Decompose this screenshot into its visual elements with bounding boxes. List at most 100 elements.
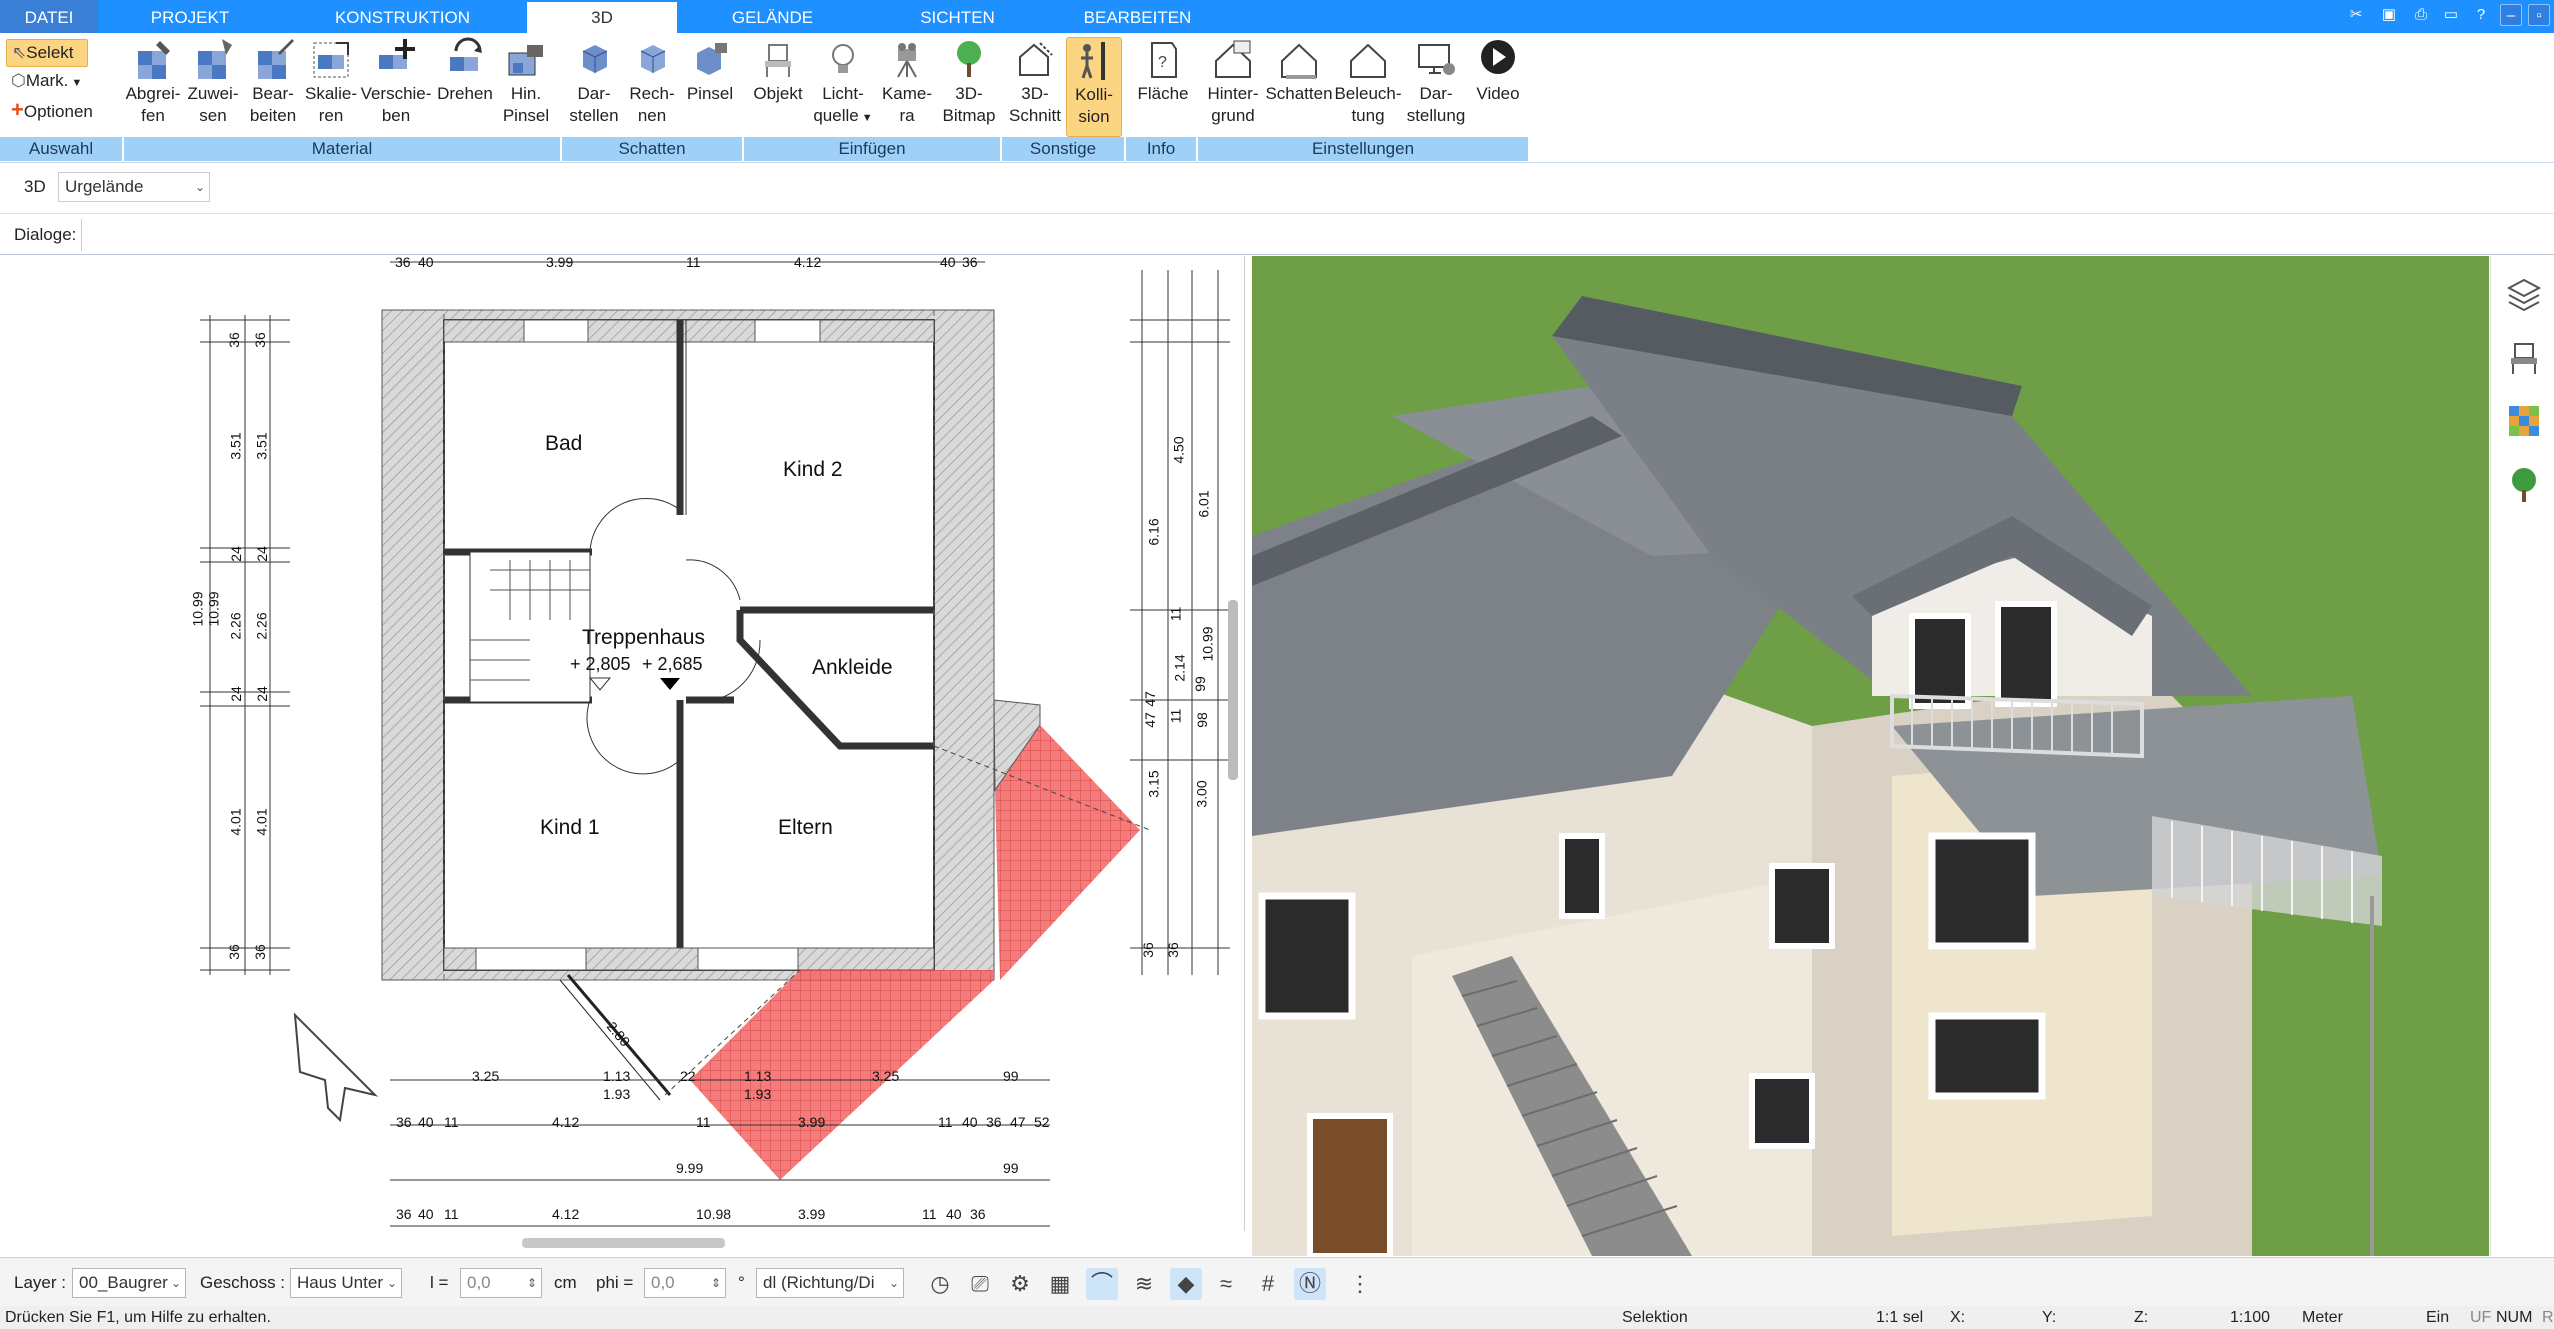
dimension-text: 11 bbox=[1167, 606, 1184, 622]
dimension-text: 36 bbox=[225, 944, 242, 960]
floor-plan-view[interactable]: Bad Kind 2 Treppenhaus Ankleide Kind 1 E… bbox=[0, 256, 1245, 1231]
dimension-text: 36 bbox=[225, 332, 242, 348]
menu-tab-konstruktion[interactable]: KONSTRUKTION bbox=[300, 0, 505, 33]
3d-view[interactable] bbox=[1252, 256, 2489, 1256]
layer-select[interactable]: 00_Baugrer ⌄ bbox=[72, 1268, 186, 1298]
options-button[interactable]: +Optionen bbox=[6, 97, 116, 125]
monitor-settings-icon bbox=[1418, 44, 1455, 75]
hatch-icon[interactable]: ≋ bbox=[1128, 1268, 1160, 1300]
area-button[interactable]: ? Fläche bbox=[1134, 37, 1192, 105]
camera-view-icon[interactable]: ⚙ bbox=[1004, 1268, 1036, 1300]
dimension-text: 10.99 bbox=[205, 591, 222, 627]
dimension-text: 3.99 bbox=[798, 1206, 826, 1222]
dimension-text: 11 bbox=[444, 1114, 459, 1130]
collision-button[interactable]: Kolli-sion bbox=[1066, 37, 1122, 137]
dimension-text: 99 bbox=[1003, 1068, 1019, 1084]
section-3d-button[interactable]: 3D- Schnitt bbox=[1004, 37, 1066, 127]
bearbeiten-button[interactable]: Bear-beiten bbox=[244, 37, 302, 127]
dimension-text: 98 bbox=[1193, 712, 1210, 728]
clock-icon[interactable]: ◷ bbox=[924, 1268, 956, 1300]
phi-input[interactable]: 0,0 ⇕ bbox=[644, 1268, 726, 1298]
hin-pinsel-button[interactable]: Hin. Pinsel bbox=[496, 37, 556, 127]
menu-tab-gelaende[interactable]: GELÄNDE bbox=[700, 0, 845, 33]
selection-text: 1:1 sel bbox=[1876, 1309, 1924, 1326]
menu-tab-datei[interactable]: DATEI bbox=[0, 0, 98, 33]
house-background-icon bbox=[1215, 40, 1251, 78]
dimension-text: 2.26 bbox=[227, 612, 244, 640]
chevron-down-icon: ⌄ bbox=[888, 1276, 899, 1290]
mode-label: 3D bbox=[24, 177, 46, 196]
plane-icon[interactable]: ◆ bbox=[1170, 1268, 1202, 1300]
dimension-text: 24 bbox=[253, 546, 270, 562]
menu-tab-bearbeiten[interactable]: BEARBEITEN bbox=[1050, 0, 1225, 33]
minimize-icon[interactable]: – bbox=[2500, 4, 2522, 26]
mode-text: Selektion bbox=[1622, 1309, 1688, 1326]
layers-icon[interactable] bbox=[2505, 276, 2543, 314]
tools-icon[interactable]: ✂ bbox=[2345, 4, 2367, 26]
right-sidebar bbox=[2490, 256, 2554, 1256]
length-input[interactable]: 0,0 ⇕ bbox=[460, 1268, 542, 1298]
abgreifen-button[interactable]: Abgrei-fen bbox=[124, 37, 182, 127]
room-label: Bad bbox=[545, 432, 583, 455]
insert-light-button[interactable]: Licht-quelle ▼ bbox=[812, 37, 874, 129]
video-button[interactable]: Video bbox=[1468, 37, 1528, 105]
num-indicator: NUM bbox=[2496, 1309, 2533, 1326]
display-settings-button[interactable]: Dar-stellung bbox=[1404, 37, 1468, 127]
skalieren-button[interactable]: Skalie-ren bbox=[302, 37, 360, 127]
stepper-icon[interactable]: ⇕ bbox=[527, 1269, 537, 1297]
phi-unit: ° bbox=[738, 1273, 745, 1292]
print-icon[interactable]: ⎙ bbox=[2410, 4, 2432, 26]
render-icon[interactable]: ▦ bbox=[1044, 1268, 1076, 1300]
insert-camera-button[interactable]: Kame-ra bbox=[876, 37, 938, 127]
restore-icon[interactable]: ▫ bbox=[2528, 4, 2550, 26]
vertical-scrollbar[interactable] bbox=[1228, 600, 1238, 780]
shadow-compute-button[interactable]: Rech-nen bbox=[624, 37, 680, 127]
dimension-text: 2.80 bbox=[603, 1018, 634, 1050]
select-button[interactable]: ⇖Selekt bbox=[6, 39, 88, 67]
dimension-text: 6.16 bbox=[1145, 518, 1162, 546]
direction-select[interactable]: dl (Richtung/Di ⌄ bbox=[756, 1268, 904, 1298]
mark-button[interactable]: ⬡Mark. ▼ bbox=[6, 68, 96, 96]
save-icon[interactable]: ▣ bbox=[2378, 4, 2400, 26]
phi-label: phi = bbox=[596, 1273, 634, 1292]
shadow-settings-button[interactable]: Schatten bbox=[1264, 37, 1334, 105]
drehen-button[interactable]: Drehen bbox=[434, 37, 496, 105]
ribbon: ⇖Selekt ⬡Mark. ▼ +Optionen Auswahl Abgre… bbox=[0, 33, 2554, 163]
dimension-text: 3.51 bbox=[227, 432, 244, 460]
stepper-icon[interactable]: ⇕ bbox=[711, 1269, 721, 1297]
chevron-down-icon: ⌄ bbox=[194, 180, 205, 194]
zuweisen-button[interactable]: Zuwei-sen bbox=[184, 37, 242, 127]
terrain-select[interactable]: Urgelände ⌄ bbox=[58, 172, 210, 202]
dimension-text: 4.12 bbox=[794, 256, 822, 270]
shadow-display-button[interactable]: Dar-stellen bbox=[564, 37, 624, 127]
storey-select[interactable]: Haus Unter ⌄ bbox=[290, 1268, 402, 1298]
horizontal-scrollbar[interactable] bbox=[522, 1238, 725, 1248]
lighting-button[interactable]: Beleuch-tung bbox=[1334, 37, 1402, 127]
furniture-icon[interactable] bbox=[2505, 338, 2543, 376]
insert-bitmap-button[interactable]: 3D- Bitmap bbox=[938, 37, 1000, 127]
menu-tab-3d[interactable]: 3D bbox=[527, 2, 677, 33]
chevron-down-icon: ⌄ bbox=[386, 1276, 397, 1290]
mark-icon: ⬡ bbox=[11, 71, 26, 90]
x-coord-label: X: bbox=[1950, 1309, 1966, 1326]
window-icon[interactable]: ▭ bbox=[2440, 4, 2462, 26]
background-button[interactable]: Hinter-grund bbox=[1200, 37, 1266, 127]
menu-tab-projekt[interactable]: PROJEKT bbox=[110, 0, 270, 33]
menu-tab-sichten[interactable]: SICHTEN bbox=[880, 0, 1035, 33]
dimension-text: 40 bbox=[418, 256, 434, 270]
more-icon[interactable]: ⋮ bbox=[1344, 1268, 1376, 1300]
verschieben-button[interactable]: Verschie-ben bbox=[360, 37, 432, 127]
insert-object-button[interactable]: Objekt bbox=[748, 37, 808, 105]
dimension-text: 4.12 bbox=[552, 1114, 580, 1130]
dimension-text: 4.50 bbox=[1170, 436, 1187, 464]
materials-icon[interactable] bbox=[2505, 402, 2543, 440]
north-icon[interactable]: Ⓝ bbox=[1294, 1268, 1326, 1300]
dimension-text: 6.01 bbox=[1195, 490, 1212, 518]
snap-icon[interactable]: ⌒ bbox=[1086, 1268, 1118, 1300]
plants-icon[interactable] bbox=[2505, 466, 2543, 504]
grid-icon[interactable]: # bbox=[1252, 1268, 1284, 1300]
shadow-brush-button[interactable]: Pinsel bbox=[682, 37, 738, 105]
layers-view-icon[interactable]: ≈ bbox=[1210, 1268, 1242, 1300]
monitor-icon[interactable]: ⎚ bbox=[964, 1268, 996, 1300]
help-icon[interactable]: ? bbox=[2470, 4, 2492, 26]
